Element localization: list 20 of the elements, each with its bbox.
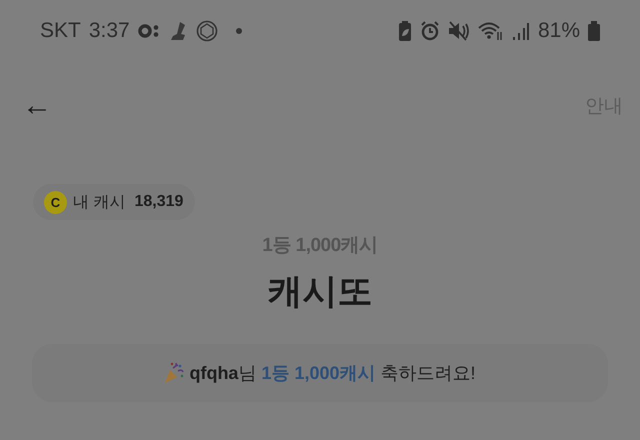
coin-icon: C xyxy=(44,190,67,214)
battery-icon xyxy=(588,21,600,41)
clock: 3:37 xyxy=(88,19,130,43)
battery-percentage: 81% xyxy=(538,19,580,43)
battery-leaf-icon xyxy=(398,21,412,41)
alarm-icon xyxy=(420,21,440,41)
dot-icon xyxy=(236,28,242,34)
signal-icon xyxy=(512,21,530,41)
lottery-title: 캐시또 xyxy=(268,271,372,313)
carrier-name: SKT xyxy=(40,19,81,43)
wifi-icon xyxy=(478,21,504,41)
dot-ring-icon xyxy=(138,24,160,38)
back-button[interactable]: ← xyxy=(22,89,52,123)
party-popper-icon xyxy=(164,362,184,384)
mute-icon xyxy=(448,21,470,41)
cash-amount: 18,319 xyxy=(134,193,184,211)
cash-chip[interactable]: C 내 캐시 18,319 xyxy=(33,184,196,220)
cash-label: 내 캐시 xyxy=(73,192,126,212)
gem-icon xyxy=(196,20,218,42)
congratulations-message: qfqha님 1등 1,000캐시 축하드려요! xyxy=(189,362,476,385)
